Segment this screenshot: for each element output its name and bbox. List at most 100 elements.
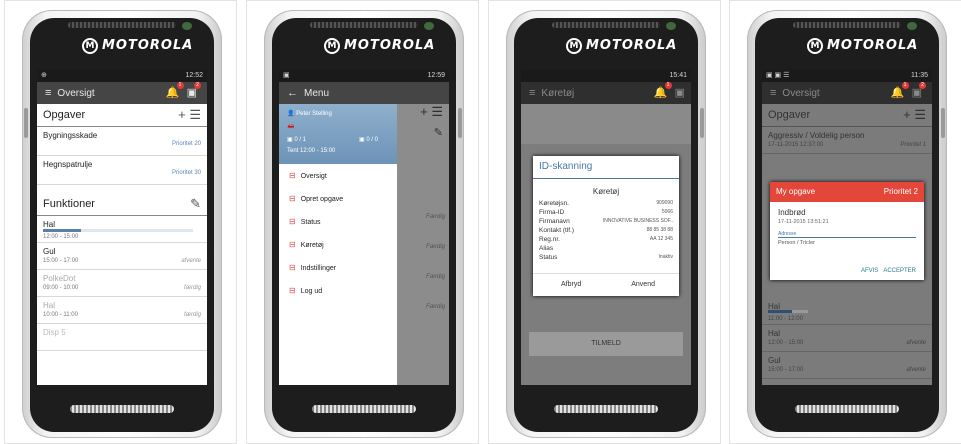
notification-icon[interactable]: 🔔 bbox=[654, 87, 668, 99]
notification-icon[interactable]: 🔔 bbox=[166, 87, 180, 99]
id-scan-dialog: ID-skanning Køretøj Køretøjsn. 909090 Fir… bbox=[533, 156, 679, 296]
notification-led bbox=[182, 22, 192, 30]
phone-bottom bbox=[30, 393, 214, 432]
dialog-header: My opgave Prioritet 2 bbox=[770, 182, 924, 202]
menu-item-opret-opgave[interactable]: ⊟ Opret opgave bbox=[279, 187, 397, 210]
list-icon[interactable]: ☰ bbox=[914, 107, 926, 122]
brand-logo: MOTOROLA bbox=[827, 38, 919, 53]
function-row[interactable]: Hal 12:00 - 15:00 afvente bbox=[762, 325, 932, 352]
notification-icon[interactable]: 🔔 bbox=[891, 87, 905, 99]
status-time: 15:41 bbox=[669, 72, 687, 79]
new-task-dialog: My opgave Prioritet 2 Indbrød 17-11-2015 … bbox=[770, 182, 924, 280]
function-row[interactable]: Gul 15:00 - 17:00 afvente bbox=[37, 243, 207, 270]
chat-icon[interactable]: ▣ bbox=[675, 87, 685, 99]
field-key: Status bbox=[539, 254, 558, 261]
function-label: Gul bbox=[43, 247, 56, 256]
navigation-drawer: 👤 Peter Stelling 🚗 ▣ 0 / 1 ▣ 0 / 0 Tent … bbox=[279, 104, 397, 385]
dialog-buttons: Afbryd Anvend bbox=[533, 273, 679, 296]
function-state: afvente bbox=[906, 367, 926, 373]
side-button bbox=[941, 108, 945, 138]
create-task-icon: ⊟ bbox=[289, 194, 296, 203]
section-header-functions: Funktioner ✎ bbox=[37, 193, 207, 216]
menu-label: Oversigt bbox=[300, 173, 327, 180]
progress-bar bbox=[43, 229, 193, 232]
phone-body: M MOTOROLA ▣ 12:59 ← Menu + ☰ ✎ Færdig Fær… bbox=[264, 10, 464, 438]
menu-item-status[interactable]: ⊟ Status bbox=[279, 210, 397, 233]
function-state: færdig bbox=[183, 285, 201, 291]
msg-count-icon: ▣ bbox=[359, 137, 365, 143]
task-count-icon: ▣ bbox=[287, 137, 293, 143]
menu-item-log-ud[interactable]: ⊟ Log ud bbox=[279, 279, 397, 302]
hamburger-menu-icon[interactable]: ≡ bbox=[770, 82, 776, 104]
function-row[interactable]: Gul 15:00 - 17:00 afvente bbox=[762, 352, 932, 379]
bottom-speaker-grill bbox=[554, 405, 658, 413]
field-row: Firmanavn INNOVATIVE BUSINESS SOF.. bbox=[533, 218, 679, 227]
shift-time: Tent 12:00 - 15:00 bbox=[287, 148, 336, 154]
page-title: Oversigt bbox=[782, 88, 820, 99]
menu-label: Log ud bbox=[300, 288, 323, 295]
app-bar: ≡ Oversigt 🔔1 ▣2 bbox=[762, 82, 932, 104]
section-title: Funktioner bbox=[43, 198, 95, 210]
section-header-tasks: Opgaver + ☰ bbox=[37, 104, 207, 127]
apply-button[interactable]: Anvend bbox=[631, 281, 655, 288]
function-row[interactable]: Disp 5 bbox=[37, 324, 207, 351]
menu-item-koretoj[interactable]: ⊟ Køretøj bbox=[279, 233, 397, 256]
function-state: færdig bbox=[183, 312, 201, 318]
function-label: Hal bbox=[768, 329, 781, 338]
add-icon[interactable]: + bbox=[178, 107, 186, 122]
dimmed-info-text bbox=[521, 104, 691, 144]
field-row: Køretøjsn. 909090 bbox=[533, 200, 679, 209]
add-icon[interactable]: + bbox=[903, 107, 911, 122]
dialog-title: ID-skanning bbox=[533, 156, 679, 179]
car-icon: 🚗 bbox=[287, 123, 295, 129]
hamburger-menu-icon[interactable]: ≡ bbox=[45, 82, 51, 104]
speaker-grill bbox=[68, 22, 176, 28]
section-title: Opgaver bbox=[768, 109, 811, 121]
field-value: 5066 bbox=[661, 209, 673, 215]
page-title: Menu bbox=[304, 88, 330, 99]
menu-label: Status bbox=[300, 219, 321, 226]
function-row[interactable]: PolkeDot 09:00 - 10:00 færdig bbox=[37, 270, 207, 297]
menu-label: Opret opgave bbox=[300, 196, 344, 203]
function-row[interactable]: Hal 10:00 - 11:00 færdig bbox=[37, 297, 207, 324]
field-row: Reg.nr. AA 12 345 bbox=[533, 236, 679, 245]
hamburger-menu-icon[interactable]: ≡ bbox=[529, 82, 535, 104]
edit-icon[interactable]: ✎ bbox=[190, 193, 201, 215]
function-time: 12:00 - 15:00 bbox=[768, 340, 804, 346]
side-button bbox=[458, 108, 462, 138]
phone-bezel: M MOTOROLA ⊕ 12:52 ≡ Oversigt 🔔1 ▣2 Opgave… bbox=[24, 18, 214, 432]
task-row[interactable]: Bygningsskade Prioritet 20 bbox=[37, 127, 207, 156]
address-label: Adresse bbox=[778, 225, 916, 238]
function-label: Hal bbox=[43, 220, 56, 229]
function-row[interactable]: Hal 11:00 - 12:00 bbox=[762, 298, 932, 325]
cancel-button[interactable]: Afbryd bbox=[561, 281, 581, 288]
count-left: 0 / 1 bbox=[294, 137, 307, 143]
phone-top: M MOTOROLA bbox=[272, 18, 456, 70]
list-icon[interactable]: ☰ bbox=[189, 107, 201, 122]
accept-button[interactable]: ACCEPTER bbox=[883, 268, 916, 274]
phone-bottom bbox=[272, 393, 456, 432]
menu-item-oversigt[interactable]: ⊟ Oversigt bbox=[279, 164, 397, 187]
function-state: afvente bbox=[181, 258, 201, 264]
phone-body: M MOTOROLA ⊕ 12:52 ≡ Oversigt 🔔1 ▣2 Opgave… bbox=[22, 10, 222, 438]
task-row[interactable]: Hegnspatrulje Prioritet 30 bbox=[37, 156, 207, 185]
address-value: Person / Tricler bbox=[778, 240, 815, 246]
function-time: 12:00 - 15:00 bbox=[43, 234, 79, 240]
menu-item-indstillinger[interactable]: ⊟ Indstillinger bbox=[279, 256, 397, 279]
drawer-scrim[interactable] bbox=[397, 104, 449, 385]
dialog-subtitle: Køretøj bbox=[592, 187, 620, 196]
dialog-priority: Prioritet 2 bbox=[883, 187, 918, 196]
task-priority: Prioritet 20 bbox=[171, 141, 201, 147]
overview-icon: ⊟ bbox=[289, 171, 296, 180]
function-row[interactable]: Hal 12:00 - 15:00 bbox=[37, 216, 207, 243]
side-button bbox=[24, 108, 28, 138]
side-button bbox=[700, 108, 704, 138]
bottom-speaker-grill bbox=[795, 405, 899, 413]
bottom-speaker-grill bbox=[70, 405, 174, 413]
task-row[interactable]: Aggressiv / Voldelig person 17-11-2015 12… bbox=[762, 127, 932, 154]
function-label: PolkeDot bbox=[43, 274, 76, 283]
task-label: Bygningsskade bbox=[43, 131, 98, 140]
back-arrow-icon[interactable]: ← bbox=[287, 82, 298, 104]
reject-button[interactable]: AFVIS bbox=[861, 268, 878, 274]
register-button[interactable]: TILMELD bbox=[529, 332, 683, 356]
